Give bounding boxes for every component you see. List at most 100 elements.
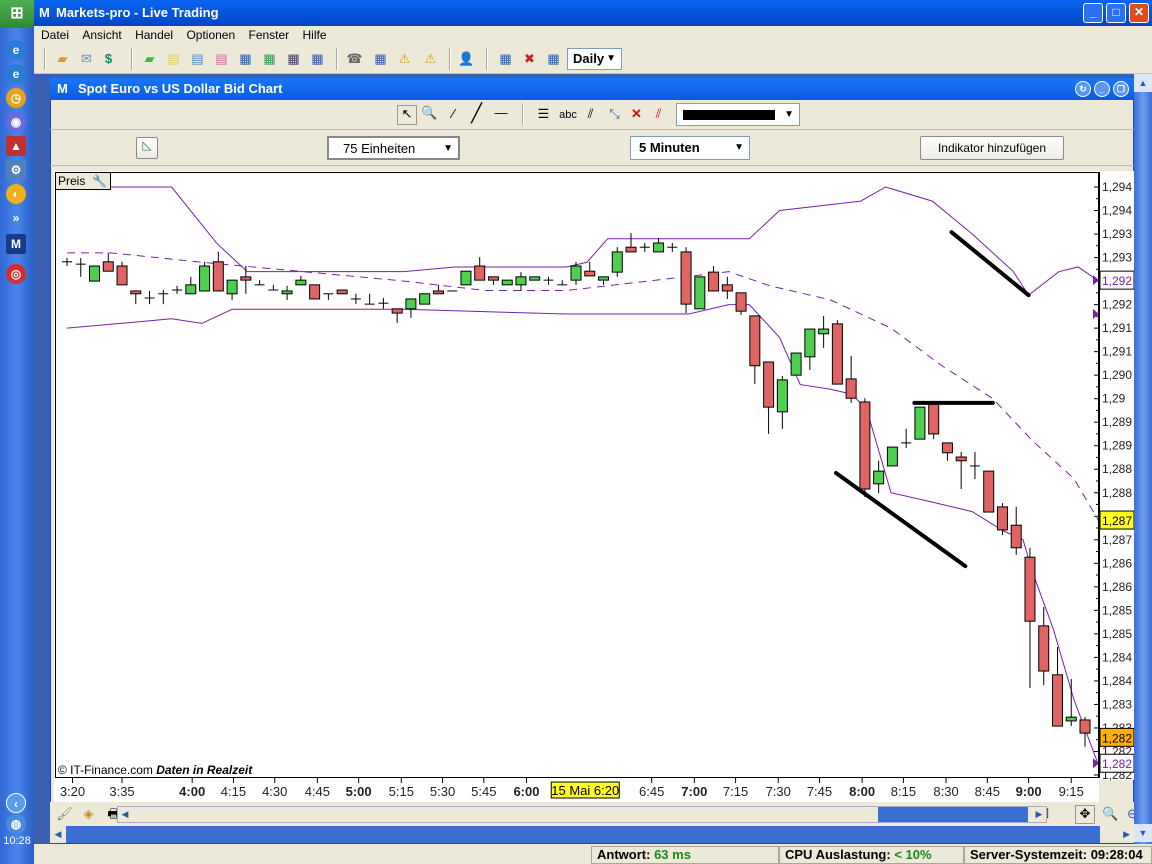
price-tick-label: 1,286 bbox=[1102, 580, 1132, 594]
scroll-left-icon[interactable]: ◀ bbox=[50, 826, 66, 843]
time-tick-label: 6:45 bbox=[639, 784, 664, 799]
bearish-candle bbox=[116, 265, 128, 286]
copyright-note: © IT-Finance.com Daten in Realzeit bbox=[58, 763, 252, 777]
bearish-candle bbox=[708, 271, 720, 292]
bearish-candle bbox=[721, 284, 733, 292]
time-tick-label: 8:15 bbox=[891, 784, 916, 799]
bearish-candle bbox=[391, 308, 403, 314]
bullish-candle bbox=[776, 379, 788, 413]
time-tick-label: 8:00 bbox=[849, 784, 875, 799]
bullish-candle bbox=[818, 328, 830, 335]
time-tick-label: 5:00 bbox=[346, 784, 372, 799]
time-tick-label: 8:30 bbox=[933, 784, 958, 799]
time-tick-label: 4:45 bbox=[305, 784, 330, 799]
scroll-right-icon[interactable]: ▶ bbox=[1100, 826, 1134, 843]
bearish-candle bbox=[130, 290, 142, 295]
bearish-candle bbox=[487, 276, 499, 281]
window-horizontal-scrollbar[interactable]: ◀ ▶ bbox=[50, 826, 1134, 843]
scroll-up-icon[interactable]: ▲ bbox=[1134, 74, 1152, 92]
response-label: Antwort: bbox=[597, 847, 651, 862]
scroll-thumb[interactable] bbox=[878, 807, 1028, 822]
cpu-panel: CPU Auslastung: < 10% bbox=[779, 846, 964, 864]
bearish-candle bbox=[584, 270, 596, 277]
price-tick-label: 1,293 bbox=[1102, 227, 1132, 241]
time-tick-label: 5:15 bbox=[389, 784, 414, 799]
time-tick-label: 4:15 bbox=[221, 784, 246, 799]
price-marker-label: 1,282 bbox=[1102, 731, 1132, 745]
scroll-down-icon[interactable]: ▼ bbox=[1134, 824, 1152, 842]
time-tick-label: 9:00 bbox=[1016, 784, 1042, 799]
price-marker-label: 1,287 bbox=[1102, 514, 1132, 528]
bullish-candle bbox=[598, 276, 610, 281]
bearish-candle bbox=[432, 290, 444, 295]
bearish-candle bbox=[336, 289, 348, 295]
time-tick-label: 7:00 bbox=[681, 784, 707, 799]
price-tick-label: 1,294 bbox=[1102, 204, 1132, 218]
bearish-candle bbox=[941, 442, 953, 454]
bearish-candle bbox=[996, 506, 1008, 531]
server-time-value: 09:28:04 bbox=[1090, 847, 1143, 862]
price-tick-label: 1,284 bbox=[1102, 674, 1132, 688]
bearish-candle bbox=[1079, 719, 1091, 734]
bearish-candle bbox=[1038, 625, 1050, 672]
bullish-candle bbox=[515, 276, 527, 286]
bearish-candle bbox=[240, 276, 252, 281]
copyright-text: © IT-Finance.com bbox=[58, 763, 153, 777]
bullish-candle bbox=[529, 276, 541, 281]
time-tick-label: 3:20 bbox=[60, 784, 85, 799]
bearish-candle bbox=[749, 315, 761, 367]
brush-icon[interactable]: 🖌 bbox=[56, 806, 73, 822]
realtime-text: Daten in Realzeit bbox=[156, 763, 253, 777]
price-tick-label: 1,294 bbox=[1102, 180, 1132, 194]
time-tick-label: 8:45 bbox=[975, 784, 1000, 799]
cursor-time-label: 15 Mai 6:20 bbox=[551, 783, 619, 798]
time-tick-label: 9:15 bbox=[1059, 784, 1084, 799]
wrench-icon[interactable]: 🔧 bbox=[92, 173, 107, 189]
bearish-candle bbox=[928, 401, 940, 435]
bearish-candle bbox=[831, 323, 843, 385]
time-tick-label: 5:30 bbox=[430, 784, 455, 799]
price-tick-label: 1,288 bbox=[1102, 462, 1132, 476]
export-icon[interactable]: ◈ bbox=[80, 806, 97, 822]
zoom-out-icon[interactable]: 🔍 bbox=[1102, 806, 1119, 822]
price-tick-label: 1,288 bbox=[1102, 486, 1132, 500]
price-tick-label: 1,292 bbox=[1102, 298, 1132, 312]
bullish-candle bbox=[281, 290, 293, 295]
bearish-candle bbox=[212, 261, 224, 292]
response-value: 63 ms bbox=[654, 847, 691, 862]
bullish-candle bbox=[226, 279, 238, 295]
bearish-candle bbox=[763, 361, 775, 408]
bearish-candle bbox=[859, 401, 871, 490]
drawn-trendline bbox=[949, 230, 1031, 298]
price-marker-label: 1,292 bbox=[1102, 274, 1132, 288]
time-tick-label: 5:45 bbox=[471, 784, 496, 799]
price-tick-label: 1,293 bbox=[1102, 251, 1132, 265]
price-tick-label: 1,290 bbox=[1102, 368, 1132, 382]
drawn-trendline bbox=[834, 471, 968, 569]
bullish-candle bbox=[1065, 716, 1077, 722]
bullish-candle bbox=[694, 276, 706, 310]
bullish-candle bbox=[804, 328, 816, 358]
price-marker-label: 1,282 bbox=[1102, 757, 1132, 771]
pan-icon[interactable]: ✥ bbox=[1075, 805, 1095, 824]
bullish-candle bbox=[914, 406, 926, 440]
scroll-left-icon[interactable]: ◀ bbox=[118, 807, 132, 822]
preis-label: Preis bbox=[58, 174, 86, 188]
cpu-label: CPU Auslastung: bbox=[785, 847, 891, 862]
time-tick-label: 7:30 bbox=[766, 784, 791, 799]
price-tick-label: 1,284 bbox=[1102, 650, 1132, 664]
chart-horizontal-scrollbar[interactable]: ◀ ▶ bbox=[117, 806, 1047, 823]
candlestick-chart[interactable]: 1,2941,2941,2931,2931,2921,2921,2911,291… bbox=[0, 0, 1152, 864]
scroll-right-icon[interactable]: ▶ bbox=[1032, 807, 1046, 822]
bullish-candle bbox=[501, 279, 513, 286]
preis-panel-label[interactable]: Preis 🔧 bbox=[55, 172, 111, 190]
bollinger-middle-band bbox=[67, 252, 1100, 522]
time-tick-label: 4:00 bbox=[179, 784, 205, 799]
bullish-candle bbox=[185, 284, 197, 295]
bearish-candle bbox=[955, 456, 967, 462]
vertical-scrollbar[interactable]: ▲ ▼ bbox=[1134, 74, 1152, 844]
price-tick-label: 1,286 bbox=[1102, 556, 1132, 570]
cpu-value: < 10% bbox=[894, 847, 932, 862]
bullish-candle bbox=[886, 446, 898, 467]
price-tick-label: 1,285 bbox=[1102, 603, 1132, 617]
